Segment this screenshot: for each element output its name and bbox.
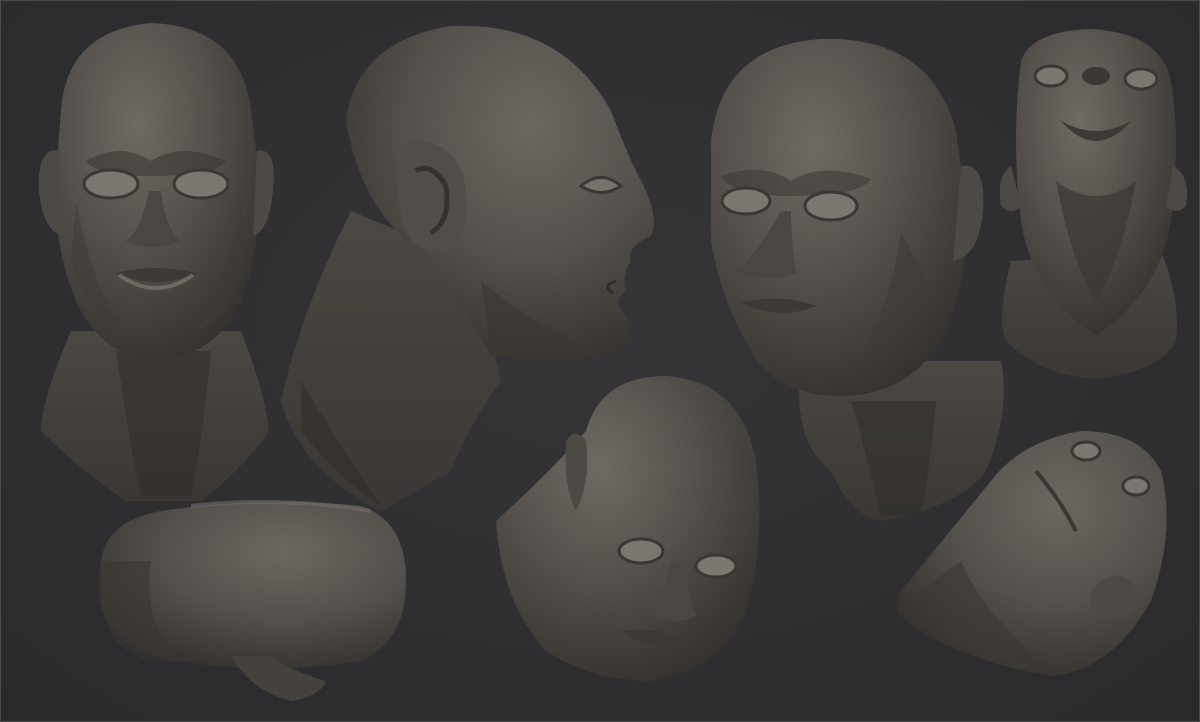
upward-view (999, 29, 1188, 379)
sculpt-viewport (0, 0, 1200, 722)
top-down-view (98, 500, 406, 701)
sculpt-turnaround-image (38, 23, 1188, 701)
tilted-down-view (496, 376, 760, 681)
three-quarter-view (711, 38, 1004, 521)
front-view (38, 23, 274, 501)
